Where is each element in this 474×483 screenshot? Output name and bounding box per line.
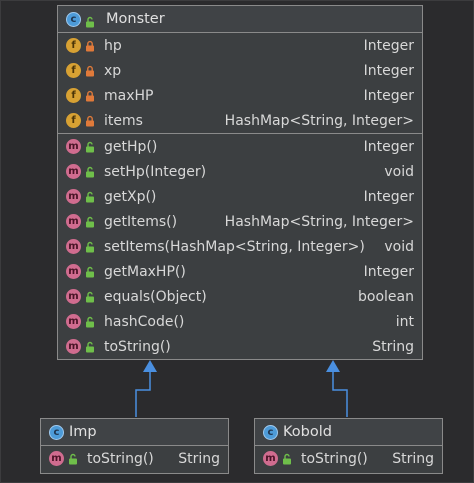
method-icon: m: [66, 164, 81, 179]
lock-closed-icon: [84, 65, 96, 77]
lock-open-icon: [84, 316, 96, 328]
field-icon: f: [66, 113, 81, 128]
method-icon: m: [66, 264, 81, 279]
method-icon: m: [66, 289, 81, 304]
field-row[interactable]: f items HashMap<String, Integer>: [58, 108, 422, 133]
lock-open-icon: [84, 291, 96, 303]
field-type: HashMap<String, Integer>: [224, 112, 414, 129]
method-name: setItems(HashMap<String, Integer>): [104, 238, 365, 255]
method-row[interactable]: m getMaxHP() Integer: [58, 259, 422, 284]
lock-open-icon: [84, 166, 96, 178]
field-row[interactable]: f xp Integer: [58, 58, 422, 83]
field-name: maxHP: [104, 87, 154, 104]
class-monster-header: c Monster: [58, 6, 422, 33]
field-icon: f: [66, 88, 81, 103]
method-icon: m: [66, 239, 81, 254]
lock-closed-icon: [84, 115, 96, 127]
class-imp-title: Imp: [69, 424, 97, 440]
method-icon: m: [66, 214, 81, 229]
method-type: void: [384, 163, 414, 180]
method-name: toString(): [301, 450, 368, 467]
lock-open-icon: [84, 241, 96, 253]
method-icon: m: [49, 451, 64, 466]
lock-open-icon: [84, 13, 96, 28]
method-type: boolean: [358, 288, 414, 305]
method-name: getMaxHP(): [104, 263, 186, 280]
method-icon: m: [263, 451, 278, 466]
method-name: setHp(Integer): [104, 163, 207, 180]
method-row[interactable]: m setItems(HashMap<String, Integer>) void: [58, 234, 422, 259]
field-row[interactable]: f hp Integer: [58, 33, 422, 58]
method-icon: m: [66, 339, 81, 354]
class-monster-fields: f hp Integer f xp Integer f maxHP Integer f items H…: [58, 33, 422, 134]
class-monster-title: Monster: [106, 11, 165, 27]
method-type: Integer: [363, 263, 414, 280]
class-monster[interactable]: c Monster f hp Integer f xp Integer f maxHP Inte…: [57, 5, 423, 360]
method-row[interactable]: m setHp(Integer) void: [58, 159, 422, 184]
method-row[interactable]: m toString() String: [255, 446, 442, 471]
method-type: Integer: [363, 138, 414, 155]
field-type: Integer: [363, 37, 414, 54]
method-name: toString(): [104, 338, 171, 355]
method-row[interactable]: m getXp() Integer: [58, 184, 422, 209]
method-row[interactable]: m toString() String: [58, 334, 422, 359]
method-name: getItems(): [104, 213, 178, 230]
class-icon: c: [263, 424, 278, 440]
class-kobold-header: c Kobold: [255, 419, 442, 446]
field-icon: f: [66, 38, 81, 53]
method-row[interactable]: m getItems() HashMap<String, Integer>: [58, 209, 422, 234]
method-icon: m: [66, 189, 81, 204]
method-row[interactable]: m equals(Object) boolean: [58, 284, 422, 309]
method-type: String: [372, 338, 414, 355]
class-icon: c: [49, 424, 64, 440]
field-name: hp: [104, 37, 122, 54]
method-type: Integer: [363, 188, 414, 205]
field-name: items: [104, 112, 143, 129]
lock-open-icon: [67, 453, 79, 465]
method-row[interactable]: m toString() String: [41, 446, 228, 471]
method-icon: m: [66, 314, 81, 329]
method-name: getHp(): [104, 138, 158, 155]
lock-open-icon: [84, 266, 96, 278]
lock-open-icon: [84, 341, 96, 353]
class-imp-header: c Imp: [41, 419, 228, 446]
method-name: getXp(): [104, 188, 157, 205]
method-name: toString(): [87, 450, 154, 467]
method-type: HashMap<String, Integer>: [224, 213, 414, 230]
method-row[interactable]: m getHp() Integer: [58, 134, 422, 159]
field-type: Integer: [363, 87, 414, 104]
lock-open-icon: [84, 191, 96, 203]
lock-open-icon: [281, 453, 293, 465]
field-name: xp: [104, 62, 122, 79]
field-type: Integer: [363, 62, 414, 79]
method-type: void: [384, 238, 414, 255]
class-kobold-methods: m toString() String: [255, 446, 442, 471]
class-kobold[interactable]: c Kobold m toString() String: [254, 418, 443, 474]
field-row[interactable]: f maxHP Integer: [58, 83, 422, 108]
class-icon: c: [66, 11, 81, 27]
method-name: hashCode(): [104, 313, 185, 330]
method-icon: m: [66, 139, 81, 154]
method-type: int: [395, 313, 414, 330]
lock-open-icon: [84, 141, 96, 153]
class-kobold-title: Kobold: [283, 424, 332, 440]
lock-closed-icon: [84, 90, 96, 102]
class-imp-methods: m toString() String: [41, 446, 228, 471]
lock-closed-icon: [84, 40, 96, 52]
method-row[interactable]: m hashCode() int: [58, 309, 422, 334]
method-type: String: [178, 450, 220, 467]
class-imp[interactable]: c Imp m toString() String: [40, 418, 229, 474]
lock-open-icon: [84, 216, 96, 228]
method-name: equals(Object): [104, 288, 207, 305]
class-monster-methods: m getHp() Integer m setHp(Integer) void m getXp…: [58, 134, 422, 359]
field-icon: f: [66, 63, 81, 78]
method-type: String: [392, 450, 434, 467]
